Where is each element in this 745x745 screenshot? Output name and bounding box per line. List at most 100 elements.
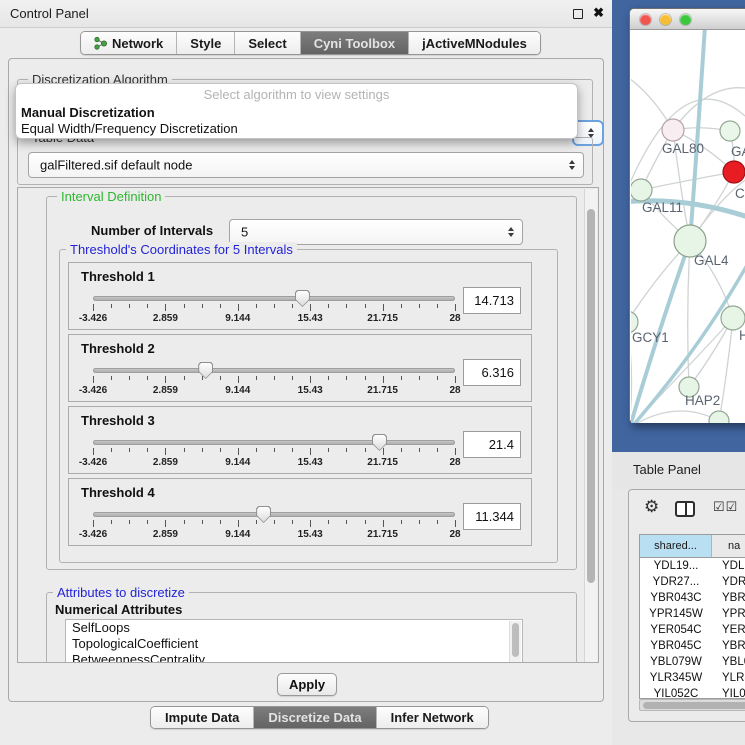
split-columns-icon[interactable] xyxy=(675,501,695,517)
threshold-slider[interactable]: -3.4262.8599.14415.4321.71528 xyxy=(93,289,455,327)
network-node[interactable] xyxy=(720,121,740,141)
attribute-list-item[interactable]: BetweennessCentrality xyxy=(66,652,522,663)
tick-mark xyxy=(419,448,420,452)
network-canvas[interactable]: GAL80GACGAL11GAL4GCY1HHAP2 xyxy=(631,30,745,423)
tick-label: 28 xyxy=(449,529,460,540)
tick-mark xyxy=(220,520,221,524)
tab-cyni-toolbox[interactable]: Cyni Toolbox xyxy=(300,32,408,54)
bottom-tab-infer-network[interactable]: Infer Network xyxy=(376,707,488,728)
table-row[interactable]: YBR043CYBR043C xyxy=(640,590,745,606)
network-edge[interactable] xyxy=(641,172,734,190)
network-node-label: GCY1 xyxy=(632,330,669,345)
number-of-intervals-label: Number of Intervals xyxy=(91,223,213,238)
column-header-name[interactable]: na xyxy=(712,535,745,558)
attribute-list-item[interactable]: TopologicalCoefficient xyxy=(66,636,522,652)
algorithm-popup-item[interactable]: Equal Width/Frequency Discretization xyxy=(16,121,577,137)
slider-track xyxy=(93,512,455,517)
network-node-label: H xyxy=(739,328,745,343)
float-window-icon[interactable] xyxy=(573,9,583,19)
tick-mark xyxy=(93,448,94,455)
tick-mark xyxy=(274,448,275,452)
tick-mark xyxy=(365,448,366,452)
threshold-slider[interactable]: -3.4262.8599.14415.4321.71528 xyxy=(93,505,455,543)
attributes-list-scrollbar[interactable] xyxy=(509,621,521,663)
threshold-value-field[interactable]: 14.713 xyxy=(463,287,521,314)
tick-label: 15.43 xyxy=(298,385,323,396)
threshold-slider[interactable]: -3.4262.8599.14415.4321.71528 xyxy=(93,433,455,471)
zoom-traffic-light[interactable] xyxy=(680,14,691,25)
network-node[interactable] xyxy=(709,411,729,423)
threshold-value-field[interactable]: 21.4 xyxy=(463,431,521,458)
table-row[interactable]: YBL079WYBL079W xyxy=(640,654,745,670)
algorithm-popup-placeholder: Select algorithm to view settings xyxy=(16,87,577,105)
tick-mark xyxy=(184,448,185,452)
threshold-box: Threshold 3-3.4262.8599.14415.4321.71528… xyxy=(68,406,532,474)
attributes-scrollbar-thumb[interactable] xyxy=(512,623,519,657)
algorithm-popup-item[interactable]: Manual Discretization xyxy=(16,105,577,121)
threshold-slider[interactable]: -3.4262.8599.14415.4321.71528 xyxy=(93,361,455,399)
table-data-combo-value: galFiltered.sif default node xyxy=(40,158,192,173)
bottom-tab-discretize-data[interactable]: Discretize Data xyxy=(253,707,375,728)
network-node[interactable] xyxy=(662,119,684,141)
table-row[interactable]: YDL19...YDL19... xyxy=(640,558,745,574)
bottom-tab-bar: Impute DataDiscretize DataInfer Network xyxy=(150,706,489,729)
bottom-tab-impute-data[interactable]: Impute Data xyxy=(151,707,253,728)
settings-vertical-scrollbar[interactable] xyxy=(584,189,597,663)
tick-mark xyxy=(383,448,384,455)
settings-scrollbar-thumb[interactable] xyxy=(587,209,595,583)
tick-mark xyxy=(147,520,148,524)
tick-label: 2.859 xyxy=(153,529,178,540)
gear-icon[interactable]: ⚙ xyxy=(644,497,659,517)
cell-shared-name: YER054C xyxy=(640,622,712,638)
tick-label: 2.859 xyxy=(153,385,178,396)
table-data-combo[interactable]: galFiltered.sif default node xyxy=(28,152,584,178)
apply-button[interactable]: Apply xyxy=(277,673,337,696)
table-hscrollbar-thumb[interactable] xyxy=(643,702,745,709)
table-row[interactable]: YLR345WYLR345W xyxy=(640,670,745,686)
tick-mark xyxy=(165,304,166,311)
minimize-traffic-light[interactable] xyxy=(660,14,671,25)
screen: Control Panel ✖ NetworkStyleSelectCyni T… xyxy=(0,0,745,745)
tick-mark xyxy=(346,304,347,308)
tick-label: 9.144 xyxy=(225,529,250,540)
column-header-shared-name[interactable]: shared... xyxy=(640,535,712,558)
tab-select[interactable]: Select xyxy=(234,32,299,54)
tick-label: -3.426 xyxy=(79,529,107,540)
close-traffic-light[interactable] xyxy=(640,14,651,25)
table-row[interactable]: YDR27...YDR27... xyxy=(640,574,745,590)
network-node[interactable] xyxy=(631,179,652,201)
cell-name: YER054C xyxy=(712,622,745,638)
tick-mark xyxy=(93,520,94,527)
tick-mark xyxy=(147,304,148,308)
tick-mark xyxy=(274,304,275,308)
network-edge[interactable] xyxy=(719,318,733,421)
numerical-attributes-list[interactable]: SelfLoopsTopologicalCoefficientBetweenne… xyxy=(65,619,523,663)
table-row[interactable]: YPR145WYPR145W xyxy=(640,606,745,622)
threshold-box: Threshold 2-3.4262.8599.14415.4321.71528… xyxy=(68,334,532,402)
tick-label: 15.43 xyxy=(298,529,323,540)
tab-network[interactable]: Network xyxy=(81,32,176,54)
network-view-window: GAL80GACGAL11GAL4GCY1HHAP2 xyxy=(629,8,745,423)
table-row[interactable]: YBR045CYBR045C xyxy=(640,638,745,654)
close-icon[interactable]: ✖ xyxy=(593,5,604,21)
select-columns-icon[interactable]: ☑☑ xyxy=(713,499,738,515)
tick-mark xyxy=(165,448,166,455)
table-horizontal-scrollbar[interactable] xyxy=(639,699,745,711)
slider-ticks xyxy=(93,304,455,312)
tick-label: 21.715 xyxy=(367,385,398,396)
control-panel-titlebar: Control Panel ✖ xyxy=(0,0,612,28)
attribute-list-item[interactable]: SelfLoops xyxy=(66,620,522,636)
table-row[interactable]: YER054CYER054C xyxy=(640,622,745,638)
slider-tick-labels: -3.4262.8599.14415.4321.71528 xyxy=(93,457,455,469)
network-node[interactable] xyxy=(721,306,745,330)
threshold-value-field[interactable]: 6.316 xyxy=(463,359,521,386)
tick-mark xyxy=(129,376,130,380)
tick-label: 15.43 xyxy=(298,457,323,468)
table-row[interactable]: YIL052CYIL052C xyxy=(640,686,745,698)
tick-label: 21.715 xyxy=(367,529,398,540)
network-node[interactable] xyxy=(723,161,745,183)
threshold-value-field[interactable]: 11.344 xyxy=(463,503,521,530)
tab-jactivemnodules[interactable]: jActiveMNodules xyxy=(408,32,540,54)
tick-mark xyxy=(310,304,311,311)
tab-style[interactable]: Style xyxy=(176,32,234,54)
